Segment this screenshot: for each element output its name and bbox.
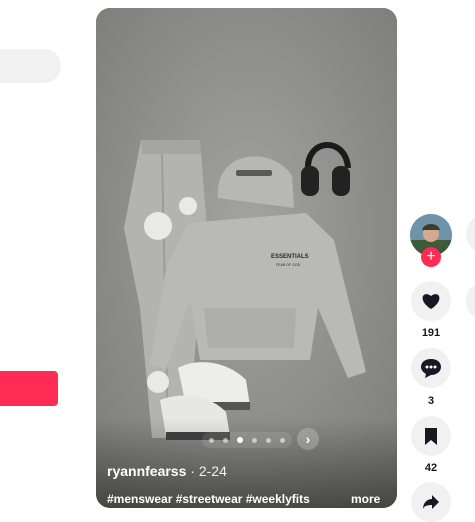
svg-text:ESSENTIALS: ESSENTIALS bbox=[271, 254, 309, 260]
post-date: 2-24 bbox=[198, 463, 227, 479]
next-post-partial[interactable] bbox=[466, 214, 475, 254]
save-count: 42 bbox=[424, 462, 438, 474]
search-bar-partial[interactable] bbox=[0, 49, 61, 83]
carousel-dot-active[interactable] bbox=[237, 437, 243, 443]
post-caption: #menswear #streetwear #weeklyfits bbox=[107, 492, 310, 506]
carousel-dot[interactable] bbox=[280, 437, 285, 443]
carousel-next-button[interactable]: › bbox=[297, 428, 319, 450]
login-button-partial[interactable] bbox=[0, 371, 58, 406]
carousel-dot[interactable] bbox=[223, 437, 228, 443]
chevron-right-icon: › bbox=[305, 431, 311, 447]
next-post-partial[interactable] bbox=[466, 281, 475, 321]
like-count: 191 bbox=[421, 327, 441, 339]
share-icon bbox=[423, 495, 439, 509]
comment-icon bbox=[421, 359, 441, 378]
carousel-indicator bbox=[202, 432, 292, 448]
carousel-dot[interactable] bbox=[209, 437, 214, 443]
author-name[interactable]: ryannfearss bbox=[107, 463, 186, 479]
svg-text:FEAR OF GOD: FEAR OF GOD bbox=[276, 263, 301, 267]
bookmark-icon bbox=[425, 427, 437, 445]
plus-icon: + bbox=[426, 248, 436, 265]
follow-button[interactable]: + bbox=[421, 247, 441, 267]
like-button[interactable] bbox=[411, 281, 451, 321]
comment-button[interactable] bbox=[411, 348, 451, 388]
post-media[interactable]: ESSENTIALS FEAR OF GOD › ryannfearss · 2… bbox=[96, 8, 397, 508]
carousel-dot[interactable] bbox=[252, 437, 257, 443]
save-button[interactable] bbox=[411, 416, 451, 456]
carousel-dot[interactable] bbox=[266, 437, 271, 443]
caption-more-link[interactable]: more bbox=[351, 492, 380, 506]
heart-icon bbox=[422, 294, 440, 309]
post-author-line[interactable]: ryannfearss · 2-24 bbox=[107, 463, 227, 479]
comment-count: 3 bbox=[427, 395, 435, 407]
share-button[interactable] bbox=[411, 482, 451, 522]
